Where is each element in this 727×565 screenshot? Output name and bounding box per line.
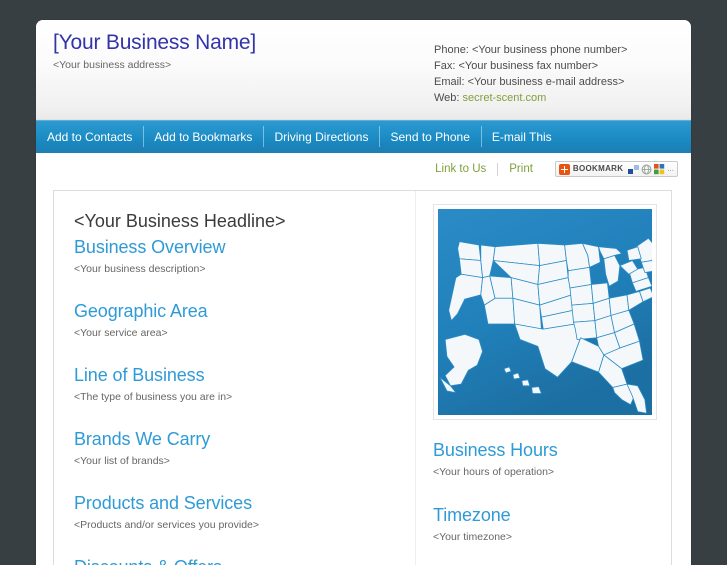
- sidebar-column: Business Hours <Your hours of operation>…: [415, 191, 671, 565]
- nav-add-to-contacts[interactable]: Add to Contacts: [36, 120, 143, 153]
- section-line-of-business: Line of Business <The type of business y…: [74, 363, 399, 404]
- utility-links: Link to Us Print BOOKMARK ...: [424, 159, 678, 179]
- section-body: <Your hours of operation>: [433, 466, 555, 478]
- business-contact-block: Phone: <Your business phone number> Fax:…: [434, 42, 627, 106]
- section-timezone: Timezone <Your timezone>: [433, 503, 657, 544]
- contact-phone-value: <Your business phone number>: [471, 44, 628, 56]
- action-navbar: Add to Contacts Add to Bookmarks Driving…: [36, 120, 691, 153]
- contact-phone-row: Phone: <Your business phone number>: [434, 42, 627, 58]
- share-globe-icon[interactable]: [641, 164, 652, 175]
- section-title: Business Overview: [74, 237, 226, 257]
- section-title: Line of Business: [74, 365, 205, 385]
- section-title: Timezone: [433, 505, 511, 525]
- nav-email-this[interactable]: E-mail This: [480, 120, 563, 153]
- section-body: <Your business description>: [74, 263, 206, 275]
- section-title: Products and Services: [74, 493, 252, 513]
- nav-driving-directions[interactable]: Driving Directions: [263, 120, 379, 153]
- nav-add-to-contacts-label: Add to Contacts: [47, 129, 133, 144]
- business-listing-page: [Your Business Name] <Your business addr…: [36, 20, 691, 565]
- nav-add-to-bookmarks-label: Add to Bookmarks: [154, 129, 253, 144]
- section-body: <The type of business you are in>: [74, 391, 233, 403]
- contact-email-row: Email: <Your business e-mail address>: [434, 74, 627, 90]
- main-content-column: <Your Business Headline> Business Overvi…: [54, 191, 415, 565]
- section-brands-we-carry: Brands We Carry <Your list of brands>: [74, 427, 399, 468]
- section-business-overview: Business Overview <Your business descrip…: [74, 235, 399, 276]
- contact-email-value: <Your business e-mail address>: [467, 76, 625, 88]
- section-discounts-and-offers: Discounts & Offers: [74, 555, 399, 565]
- nav-add-to-bookmarks[interactable]: Add to Bookmarks: [143, 120, 263, 153]
- page-header: [Your Business Name] <Your business addr…: [36, 20, 691, 120]
- contact-fax-value: <Your business fax number>: [458, 60, 599, 72]
- bookmark-share-widget[interactable]: BOOKMARK ...: [554, 161, 678, 177]
- nav-send-to-phone[interactable]: Send to Phone: [379, 120, 480, 153]
- contact-web-row: Web: secret-scent.com: [434, 90, 627, 106]
- section-products-and-services: Products and Services <Products and/or s…: [74, 491, 399, 532]
- share-colored-squares-icon[interactable]: [654, 163, 665, 175]
- print-link[interactable]: Print: [498, 161, 544, 177]
- business-name: [Your Business Name]: [53, 31, 256, 54]
- share-windows-icon[interactable]: [628, 164, 640, 175]
- section-title: Geographic Area: [74, 301, 208, 321]
- united-states-map-icon: [438, 209, 652, 415]
- bookmark-more-icon[interactable]: ...: [667, 164, 674, 174]
- contact-fax-label: Fax:: [434, 60, 456, 72]
- business-headline: <Your Business Headline>: [74, 211, 286, 231]
- section-geographic-area: Geographic Area <Your service area>: [74, 299, 399, 340]
- content-panel: <Your Business Headline> Business Overvi…: [53, 190, 672, 565]
- section-title: Discounts & Offers: [74, 555, 399, 565]
- section-body: <Your service area>: [74, 327, 168, 339]
- utility-row: Link to Us Print BOOKMARK ...: [36, 153, 691, 185]
- contact-web-label: Web:: [434, 92, 460, 104]
- section-title: Business Hours: [433, 440, 558, 460]
- business-website-link[interactable]: secret-scent.com: [463, 92, 547, 104]
- section-title: Brands We Carry: [74, 429, 211, 449]
- plus-icon: [558, 163, 570, 175]
- service-area-map: [433, 204, 657, 420]
- business-identity: [Your Business Name] <Your business addr…: [53, 30, 413, 72]
- contact-fax-row: Fax: <Your business fax number>: [434, 58, 627, 74]
- bookmark-label: BOOKMARK: [572, 164, 624, 173]
- section-body: <Your list of brands>: [74, 455, 170, 467]
- section-body: <Products and/or services you provide>: [74, 519, 260, 531]
- nav-send-to-phone-label: Send to Phone: [390, 129, 470, 144]
- link-to-us-link[interactable]: Link to Us: [424, 161, 497, 177]
- contact-email-label: Email:: [434, 76, 465, 88]
- section-body: <Your timezone>: [433, 531, 513, 543]
- nav-driving-directions-label: Driving Directions: [274, 129, 369, 144]
- section-business-hours: Business Hours <Your hours of operation>: [433, 438, 657, 479]
- business-address: <Your business address>: [53, 59, 172, 71]
- contact-phone-label: Phone:: [434, 44, 469, 56]
- nav-email-this-label: E-mail This: [491, 129, 552, 144]
- navbar-filler: [563, 120, 691, 153]
